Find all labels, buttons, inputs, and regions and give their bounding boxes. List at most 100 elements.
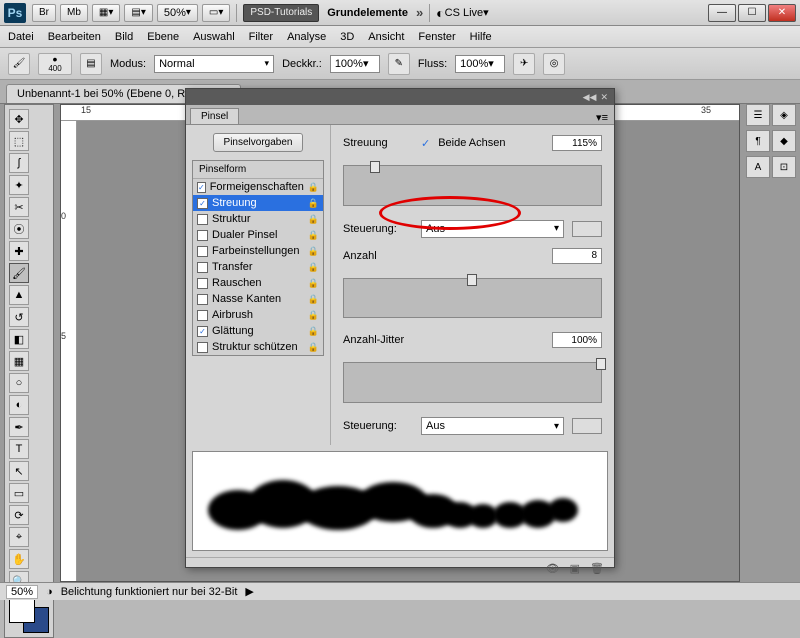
checkbox[interactable]: ✓ [197,310,208,321]
lock-icon[interactable]: 🔒 [308,230,319,241]
arrange-button[interactable]: ▭▾ [202,4,230,22]
window-close[interactable]: ✕ [768,4,796,22]
lock-icon[interactable]: 🔒 [308,278,319,289]
dodge-tool[interactable]: ◐ [9,395,29,415]
status-more-icon[interactable]: ▶ [245,585,253,598]
tablet-size-icon[interactable]: ◎ [543,53,565,75]
brush-option-struktur-schützen[interactable]: ✓Struktur schützen🔒 [193,339,323,355]
status-zoom[interactable]: 50% [6,585,38,599]
hand-tool[interactable]: ✋ [9,549,29,569]
layers-panel-icon[interactable]: ◈ [772,104,796,126]
scatter-slider[interactable] [343,165,602,206]
brush-option-glättung[interactable]: ✓Glättung🔒 [193,323,323,339]
menu-3d[interactable]: 3D [340,31,354,43]
styles-panel-icon[interactable]: ◆ [772,130,796,152]
checkbox[interactable]: ✓ [197,294,208,305]
lasso-tool[interactable]: ʃ [9,153,29,173]
brush-option-rauschen[interactable]: ✓Rauschen🔒 [193,275,323,291]
checkbox[interactable]: ✓ [197,198,208,209]
lock-icon[interactable]: 🔒 [308,310,319,321]
adjustments-panel-icon[interactable]: ☰ [746,104,770,126]
shape-tool[interactable]: ▭ [9,483,29,503]
menu-filter[interactable]: Filter [249,31,273,43]
count-value[interactable] [552,248,602,264]
brush-option-nasse-kanten[interactable]: ✓Nasse Kanten🔒 [193,291,323,307]
count-jitter-value[interactable] [552,332,602,348]
brush-presets-button[interactable]: Pinselvorgaben [213,133,304,152]
opacity-input[interactable]: 100% ▾ [330,55,380,73]
menu-bild[interactable]: Bild [115,31,133,43]
lock-icon[interactable]: 🔒 [308,214,319,225]
wand-tool[interactable]: ✦ [9,175,29,195]
window-maximize[interactable]: ☐ [738,4,766,22]
screen-mode-button[interactable]: ▦▾ [92,4,120,22]
color-swatch[interactable] [9,597,49,633]
control2-swatch[interactable] [572,418,602,434]
panel-collapse-icon[interactable]: ◀◀ [583,92,597,103]
menu-fenster[interactable]: Fenster [418,31,455,43]
brush-option-streuung[interactable]: ✓Streuung🔒 [193,195,323,211]
marquee-tool[interactable]: ⬚ [9,131,29,151]
paragraph-panel-icon[interactable]: ¶ [746,130,770,152]
tablet-opacity-icon[interactable]: ✎ [388,53,410,75]
brush-option-struktur[interactable]: ✓Struktur🔒 [193,211,323,227]
eraser-tool[interactable]: ◧ [9,329,29,349]
zoom-level[interactable]: 50% ▾ [157,4,198,22]
checkbox[interactable]: ✓ [197,342,208,353]
panel-close-icon[interactable]: ✕ [600,92,608,103]
brush-panel-toggle[interactable]: ▤ [80,53,102,75]
menu-hilfe[interactable]: Hilfe [470,31,492,43]
workspace-more[interactable]: » [416,5,423,20]
lock-icon[interactable]: 🔒 [308,326,319,337]
pen-tool[interactable]: ✒ [9,417,29,437]
menu-auswahl[interactable]: Auswahl [193,31,235,43]
workspace-psd-tutorials[interactable]: PSD-Tutorials [243,4,319,22]
window-minimize[interactable]: — [708,4,736,22]
toggle-preview-icon[interactable]: 👁 [546,562,560,575]
brush-shape-head[interactable]: Pinselform [193,161,323,179]
ruler-vertical[interactable]: 0 5 [61,121,77,581]
stamp-tool[interactable]: ▲ [9,285,29,305]
trash-icon[interactable]: 🗑 [590,562,604,575]
workspace-grundelemente[interactable]: Grundelemente [319,7,416,19]
control2-select[interactable]: Aus [421,417,564,435]
checkbox[interactable]: ✓ [197,262,208,273]
eyedropper-tool[interactable]: ⦿ [9,219,29,239]
type-tool[interactable]: T [9,439,29,459]
blur-tool[interactable]: ○ [9,373,29,393]
scatter-value[interactable] [552,135,602,151]
menu-ansicht[interactable]: Ansicht [368,31,404,43]
extras-button[interactable]: ▤▾ [124,4,152,22]
lock-icon[interactable]: 🔒 [308,262,319,273]
brush-option-airbrush[interactable]: ✓Airbrush🔒 [193,307,323,323]
bridge-button[interactable]: Br [32,4,56,22]
move-tool[interactable]: ✥ [9,109,29,129]
fg-color[interactable] [9,597,35,623]
checkbox[interactable]: ✓ [197,214,208,225]
navigator-panel-icon[interactable]: ⊡ [772,156,796,178]
airbrush-icon[interactable]: ✈ [513,53,535,75]
brush-option-dualer-pinsel[interactable]: ✓Dualer Pinsel🔒 [193,227,323,243]
count-slider[interactable] [343,278,602,319]
checkbox[interactable]: ✓ [197,278,208,289]
both-axes-checkbox[interactable]: ✓ [421,137,430,150]
brush-tool[interactable]: 🖌 [9,263,29,283]
count-jitter-slider[interactable] [343,362,602,403]
gradient-tool[interactable]: ▦ [9,351,29,371]
3d-tool[interactable]: ⟳ [9,505,29,525]
checkbox[interactable]: ✓ [197,246,208,257]
menu-analyse[interactable]: Analyse [287,31,326,43]
checkbox[interactable]: ✓ [197,230,208,241]
panel-menu-icon[interactable]: ▾≡ [590,111,614,124]
brush-option-farbeinstellungen[interactable]: ✓Farbeinstellungen🔒 [193,243,323,259]
character-panel-icon[interactable]: A [746,156,770,178]
3d-camera-tool[interactable]: ⌖ [9,527,29,547]
cslive-label[interactable]: CS Live [445,7,484,19]
brush-option-formeigenschaften[interactable]: ✓Formeigenschaften🔒 [193,179,323,195]
lock-icon[interactable]: 🔒 [308,294,319,305]
panel-head[interactable]: ◀◀ ✕ [186,89,614,105]
checkbox[interactable]: ✓ [197,326,208,337]
menu-bearbeiten[interactable]: Bearbeiten [48,31,101,43]
history-brush-tool[interactable]: ↺ [9,307,29,327]
lock-icon[interactable]: 🔒 [308,198,319,209]
